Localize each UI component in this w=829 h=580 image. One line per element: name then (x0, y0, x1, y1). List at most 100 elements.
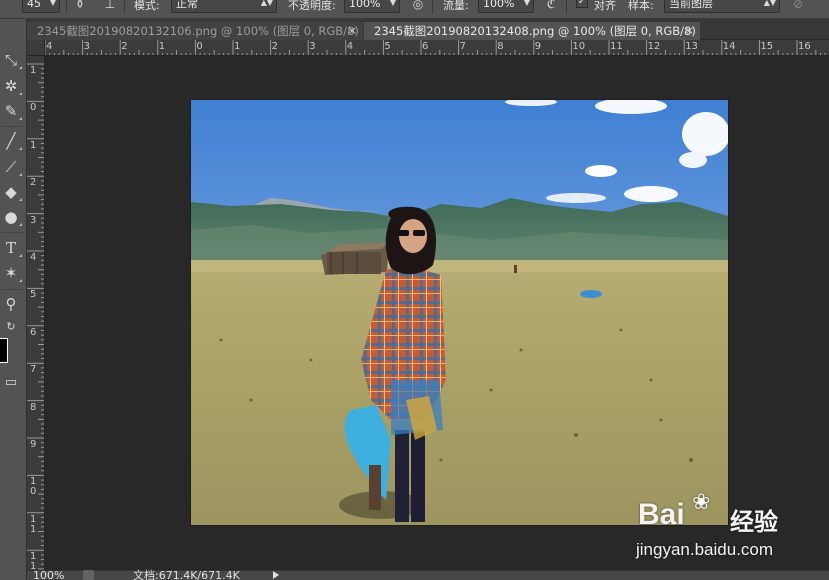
flow-value: 100% (483, 0, 515, 10)
ruler-v-label: 8 (30, 401, 37, 413)
watermark-url: jingyan.baidu.com (636, 540, 774, 559)
divider (2, 232, 23, 233)
ruler-h-label: 11 (610, 41, 623, 52)
status-menu-arrow-icon[interactable] (273, 571, 279, 579)
swap-colors-icon[interactable]: ↻ (0, 315, 22, 339)
horizontal-ruler[interactable]: 4 3 2 1 0 1 2 3 4 5 6 7 8 9 10 11 12 13 14 15 16 (45, 40, 829, 56)
ignore-adjustment-icon[interactable]: ⊘ (790, 0, 806, 11)
zoom-tool-icon[interactable]: ⚲ (0, 292, 22, 316)
ruler-h-label: 4 (46, 41, 53, 52)
ruler-h-label: 1 (158, 41, 166, 52)
screen-mode-icon[interactable]: ▭ (0, 371, 22, 395)
ruler-h-label: 8 (497, 41, 504, 52)
magic-wand-tool-icon[interactable]: ✲ (0, 74, 22, 98)
ruler-v-label: 2 (30, 177, 37, 189)
ruler-h-label: 2 (271, 41, 278, 52)
document-info: 文档:671.4K/671.4K (133, 569, 240, 580)
tab-document-1[interactable]: 2345截图20190820132106.png @ 100% (图层 0, R… (27, 22, 363, 40)
eyedropper-tool-icon[interactable]: ✎ (0, 99, 22, 123)
airbrush-icon[interactable]: ℭ (543, 0, 559, 11)
sample-label: 样本: (628, 0, 654, 12)
ruler-v-label: 1 (30, 139, 37, 151)
ruler-v-label: 7 (30, 364, 37, 376)
opacity-value: 100% (349, 0, 381, 10)
mode-select[interactable]: 正常 ▲▼ (171, 0, 277, 13)
options-bar: 45 ▼ ⚱ ⊥ 模式: 正常 ▲▼ 不透明度: 100% ▼ ◎ 流量: 10… (0, 0, 829, 19)
align-checkbox[interactable]: ✓ (576, 0, 588, 8)
chevron-down-icon: ▲▼ (763, 0, 776, 7)
tools-panel: ⤡ ✲ ✎ ╱ ⟋ ◆ ● T ✶ ⚲ ↻ ▭ (0, 19, 27, 580)
ruler-corner[interactable] (27, 40, 45, 56)
brush-tool-icon[interactable]: ╱ (0, 129, 22, 153)
divider (124, 0, 125, 14)
flow-label: 流量: (443, 0, 469, 12)
ruler-h-label: 9 (534, 41, 542, 52)
brush-size-value: 45 (27, 0, 41, 10)
ruler-h-label: 1 (234, 41, 241, 52)
chevron-down-icon: ▼ (523, 0, 530, 7)
opacity-label: 不透明度: (288, 0, 336, 12)
align-label: 对齐 (594, 0, 616, 12)
tab-document-2[interactable]: 2345截图20190820132408.png @ 100% (图层 0, R… (364, 22, 700, 40)
divider (432, 0, 433, 14)
ruler-h-label: 5 (384, 41, 391, 52)
divider (66, 0, 67, 14)
opacity-input[interactable]: 100% ▼ (344, 0, 400, 13)
history-brush-tool-icon[interactable]: ⟋ (0, 155, 22, 179)
document-photo[interactable] (191, 100, 728, 525)
move-tool-icon[interactable]: ⤡ (0, 48, 22, 72)
ruler-h-label: 3 (309, 41, 316, 52)
stamp-icon[interactable]: ⊥ (102, 0, 118, 11)
mode-value: 正常 (176, 0, 198, 10)
mode-label: 模式: (134, 0, 160, 12)
ruler-h-label: 3 (83, 41, 90, 52)
ruler-v-label: 5 (30, 289, 37, 301)
ruler-h-label: 6 (422, 41, 429, 52)
document-tabs: 2345截图20190820132106.png @ 100% (图层 0, R… (27, 19, 829, 40)
ruler-h-label: 0 (196, 41, 203, 52)
photoshop-window: 45 ▼ ⚱ ⊥ 模式: 正常 ▲▼ 不透明度: 100% ▼ ◎ 流量: 10… (0, 0, 829, 580)
proof-icon[interactable] (83, 570, 94, 580)
clone-source-icon[interactable]: ⚱ (72, 0, 88, 11)
sample-value: 当前图层 (669, 0, 713, 10)
close-icon[interactable]: × (685, 22, 694, 40)
flow-input[interactable]: 100% ▼ (478, 0, 534, 13)
foreground-color-swatch[interactable] (0, 338, 8, 363)
watermark-brand: Bai (638, 498, 685, 531)
ruler-h-label: 13 (685, 41, 698, 52)
ruler-v-label: 4 (30, 252, 37, 263)
chevron-down-icon: ▼ (389, 0, 396, 7)
ruler-h-label: 7 (459, 41, 466, 52)
dodge-tool-icon[interactable]: ● (0, 205, 22, 229)
zoom-level[interactable]: 100% (33, 570, 64, 580)
vertical-ruler[interactable]: 101234567891 01 11 1 (27, 56, 45, 570)
paint-bucket-tool-icon[interactable]: ◆ (0, 180, 22, 204)
ruler-h-label: 14 (722, 41, 736, 52)
ruler-h-label: 10 (572, 41, 586, 52)
ruler-h-label: 15 (760, 41, 774, 52)
divider (2, 289, 23, 290)
baidu-jingyan-watermark: Bai ❀ 经验 jingyan.baidu.com (630, 488, 800, 568)
watermark-brand-tail: 经验 (730, 508, 778, 536)
type-tool-icon[interactable]: T (0, 236, 22, 260)
ruler-v-label: 1 1 (30, 513, 37, 535)
ruler-v-label: 6 (30, 326, 37, 338)
sample-select[interactable]: 当前图层 ▲▼ (664, 0, 780, 13)
custom-shape-tool-icon[interactable]: ✶ (0, 261, 22, 285)
pressure-opacity-icon[interactable]: ◎ (410, 0, 426, 11)
close-icon[interactable]: × (348, 22, 357, 40)
tab-label: 2345截图20190820132106.png @ 100% (图层 0, R… (37, 24, 359, 38)
ruler-v-label: 1 1 (30, 551, 37, 570)
ruler-v-label: 1 (30, 65, 37, 76)
status-bar: 100% 文档:671.4K/671.4K (27, 570, 829, 580)
ruler-v-label: 0 (30, 102, 37, 114)
type-tool-glyph: T (5, 239, 16, 257)
paw-icon: ❀ (692, 490, 711, 515)
ruler-v-label: 9 (30, 439, 37, 450)
tab-label: 2345截图20190820132408.png @ 100% (图层 0, R… (374, 24, 696, 38)
chevron-down-icon: ▲▼ (260, 0, 273, 7)
divider (566, 0, 567, 14)
brush-size-picker[interactable]: 45 ▼ (22, 0, 60, 13)
ruler-v-label: 1 0 (30, 476, 37, 498)
ruler-h-label: 16 (798, 41, 811, 52)
